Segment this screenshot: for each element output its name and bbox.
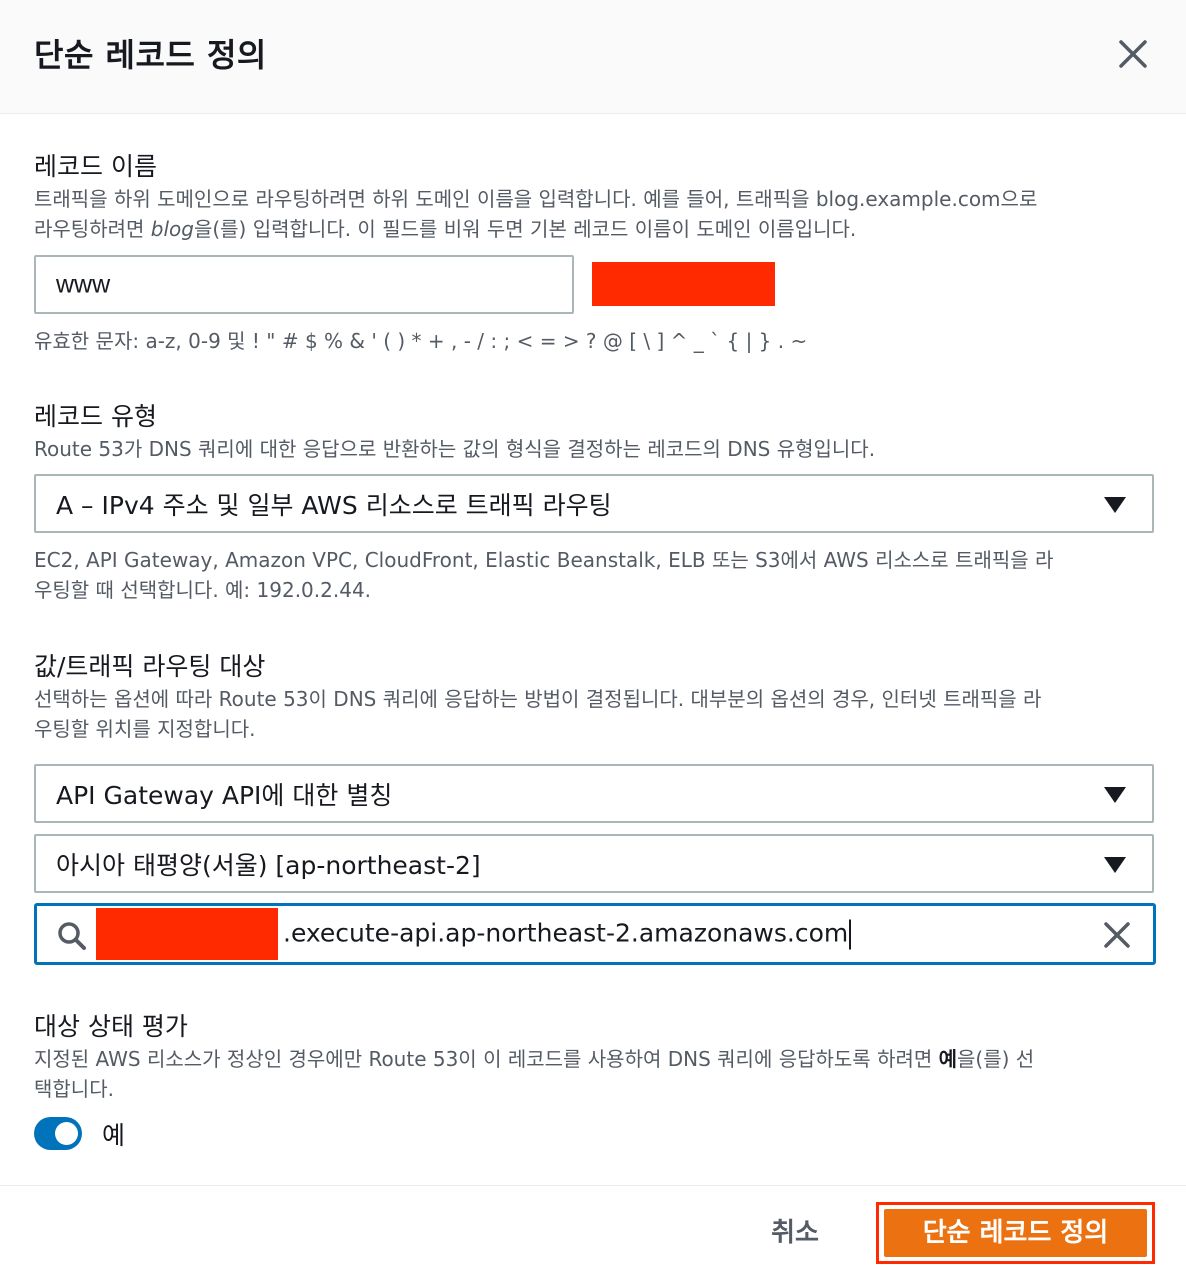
allowed-characters-hint: 유효한 문자: a-z, 0-9 및 ! " # $ % & ' ( ) * +… (34, 329, 808, 353)
health-evaluation-label: 대상 상태 평가 (34, 1012, 188, 1041)
region-value: 아시아 태평양(서울) [ap-northeast-2] (56, 850, 481, 880)
record-type-hint-line2: 우팅할 때 선택합니다. 예: 192.0.2.44. (34, 578, 372, 602)
health-evaluation-description: 지정된 AWS 리소스가 정상인 경우에만 Route 53이 이 레코드를 사… (34, 1044, 1154, 1104)
search-icon (58, 922, 86, 950)
route-target-desc-line2: 우팅할 위치를 지정합니다. (34, 717, 256, 741)
route-target-desc-line1: 선택하는 옵션에 따라 Route 53이 DNS 쿼리에 응답하는 방법이 결… (34, 687, 1042, 711)
record-type-description: Route 53가 DNS 쿼리에 대한 응답으로 반환하는 값의 형식을 결정… (34, 437, 876, 461)
endpoint-type-value: API Gateway API에 대한 별칭 (56, 780, 393, 810)
caret-down-icon (1104, 787, 1126, 803)
define-simple-record-button[interactable]: 단순 레코드 정의 (884, 1209, 1147, 1257)
toggle-knob (55, 1122, 78, 1145)
route-target-label: 값/트래픽 라우팅 대상 (34, 652, 266, 681)
record-type-hint-line1: EC2, API Gateway, Amazon VPC, CloudFront… (34, 548, 1054, 572)
record-type-label: 레코드 유형 (34, 402, 157, 431)
caret-down-icon (1104, 857, 1126, 873)
redacted-domain (592, 262, 775, 306)
record-name-input[interactable]: www (34, 255, 574, 314)
record-name-value: www (56, 270, 111, 298)
record-name-desc-line2: 라우팅하려면 blog을(를) 입력합니다. 이 필드를 비워 두면 기본 레코… (34, 217, 857, 241)
footer-divider (0, 1185, 1186, 1186)
health-desc-line2: 택합니다. (34, 1077, 114, 1101)
text-cursor (849, 919, 852, 950)
dialog-title: 단순 레코드 정의 (34, 36, 267, 74)
endpoint-search-value: .execute-api.ap-northeast-2.amazonaws.co… (283, 919, 852, 950)
clear-icon[interactable] (1103, 921, 1131, 949)
endpoint-type-select[interactable]: API Gateway API에 대한 별칭 (34, 764, 1154, 823)
health-desc-line1: 지정된 AWS 리소스가 정상인 경우에만 Route 53이 이 레코드를 사… (34, 1047, 1035, 1071)
redacted-api-id (96, 908, 278, 960)
endpoint-search-input[interactable]: .execute-api.ap-northeast-2.amazonaws.co… (34, 903, 1156, 965)
close-icon[interactable] (1114, 35, 1152, 73)
cancel-button[interactable]: 취소 (748, 1207, 842, 1259)
record-name-desc-line1: 트래픽을 하위 도메인으로 라우팅하려면 하위 도메인 이름을 입력합니다. 예… (34, 187, 1038, 211)
health-evaluation-toggle[interactable] (34, 1117, 82, 1150)
record-type-select[interactable]: A – IPv4 주소 및 일부 AWS 리소스로 트래픽 라우팅 (34, 474, 1154, 533)
toggle-label: 예 (102, 1121, 126, 1150)
record-name-description: 트래픽을 하위 도메인으로 라우팅하려면 하위 도메인 이름을 입력합니다. 예… (34, 184, 1154, 244)
record-type-hint: EC2, API Gateway, Amazon VPC, CloudFront… (34, 545, 1154, 605)
caret-down-icon (1104, 497, 1126, 513)
record-name-label: 레코드 이름 (34, 152, 157, 181)
route-target-description: 선택하는 옵션에 따라 Route 53이 DNS 쿼리에 응답하는 방법이 결… (34, 684, 1154, 744)
dialog-header: 단순 레코드 정의 (0, 0, 1186, 114)
record-type-value: A – IPv4 주소 및 일부 AWS 리소스로 트래픽 라우팅 (56, 490, 612, 520)
region-select[interactable]: 아시아 태평양(서울) [ap-northeast-2] (34, 834, 1154, 893)
